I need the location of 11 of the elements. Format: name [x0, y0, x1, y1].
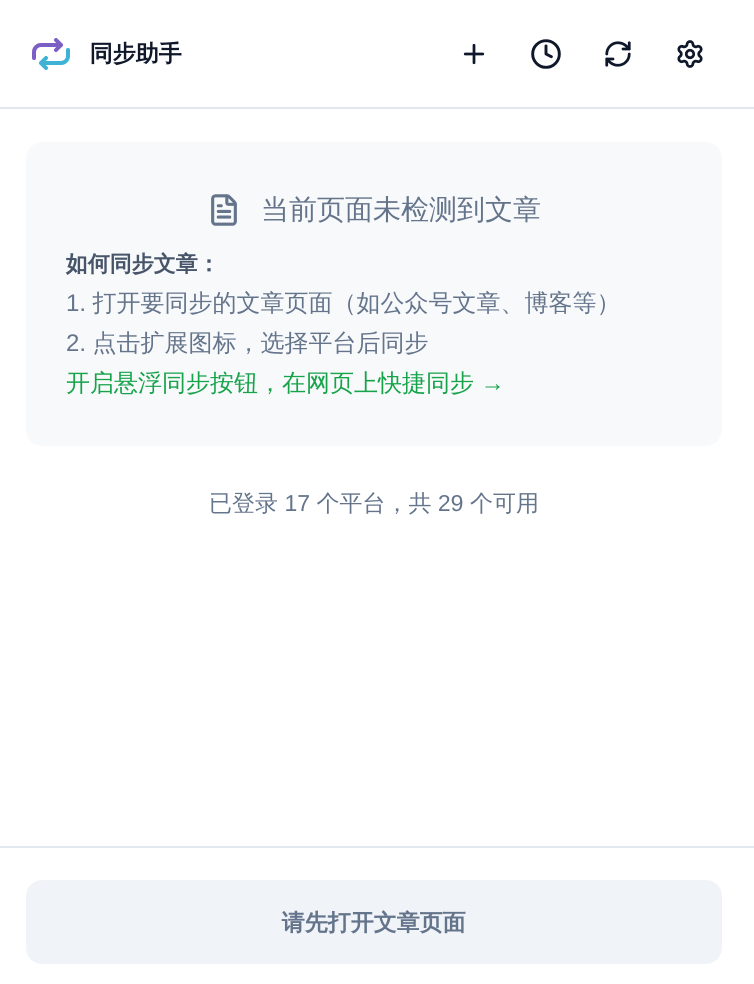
step-text: 1. 打开要同步的文章页面（如公众号文章、博客等）	[66, 289, 622, 319]
refresh-icon	[603, 38, 633, 68]
app-title: 同步助手	[90, 39, 182, 68]
steps-heading: 如何同步文章：	[66, 250, 221, 278]
floating-sync-link[interactable]: 开启悬浮同步按钮，在网页上快捷同步 →	[66, 364, 505, 404]
sync-arrows-logo-icon	[30, 38, 72, 70]
clock-icon	[530, 38, 562, 70]
notice-title: 当前页面未检测到文章	[261, 193, 541, 227]
step-text: 2. 点击扩展图标，选择平台后同步	[66, 329, 430, 359]
platform-summary: 已登录 17 个平台，共 29 个可用	[208, 489, 540, 518]
settings-icon	[675, 38, 705, 68]
